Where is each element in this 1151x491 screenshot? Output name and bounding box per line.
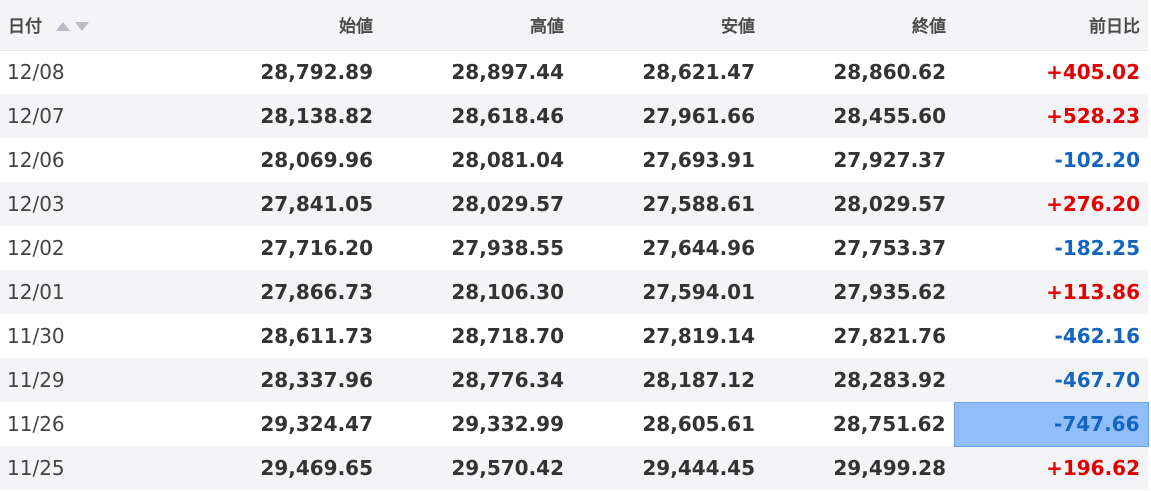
- column-header-date[interactable]: 日付: [0, 0, 190, 51]
- column-header-change: 前日比: [954, 0, 1148, 51]
- cell-close: 27,935.62: [833, 280, 946, 304]
- cell-high: 29,332.99: [451, 412, 564, 436]
- cell-open: 27,716.20: [260, 236, 373, 260]
- cell-close: 27,753.37: [833, 236, 946, 260]
- table-body: 12/08 28,792.89 28,897.44 28,621.47 28,860.6…: [0, 50, 1149, 490]
- cell-close: 28,860.62: [833, 60, 946, 85]
- price-history-table: 日付 始値 高値 安値 終値 前日比 12/08 28,792.89 28,897.…: [0, 0, 1149, 490]
- sort-controls: [55, 16, 94, 36]
- cell-close: 27,821.76: [833, 324, 946, 348]
- table-row[interactable]: 12/02 27,716.20 27,938.55 27,644.96 27,753.3…: [0, 226, 1148, 270]
- column-header-low: 安値: [572, 0, 763, 51]
- sort-ascending-icon[interactable]: [55, 22, 70, 32]
- table-row[interactable]: 11/26 29,324.47 29,332.99 28,605.61 28,751.6…: [0, 401, 1149, 447]
- cell-close: 28,455.60: [833, 104, 946, 128]
- cell-open: 29,324.47: [260, 412, 373, 436]
- cell-change: +113.86: [1046, 280, 1140, 304]
- cell-change: -102.20: [1054, 148, 1140, 172]
- cell-date: 11/25: [7, 456, 65, 480]
- cell-open: 28,337.96: [260, 368, 373, 392]
- cell-close: 28,751.62: [832, 412, 946, 436]
- column-header-open: 始値: [190, 0, 381, 51]
- cell-open: 28,069.96: [260, 148, 373, 172]
- cell-low: 27,594.01: [642, 280, 755, 304]
- cell-date: 12/03: [7, 192, 65, 216]
- cell-date: 12/08: [7, 60, 65, 85]
- cell-change: -182.25: [1054, 236, 1140, 260]
- cell-change: +405.02: [1046, 60, 1140, 85]
- cell-date: 11/30: [7, 324, 65, 348]
- cell-low: 27,961.66: [642, 104, 755, 128]
- cell-high: 28,029.57: [451, 192, 564, 216]
- cell-high: 28,897.44: [451, 60, 564, 85]
- cell-high: 29,570.42: [451, 456, 564, 480]
- table-row[interactable]: 12/01 27,866.73 28,106.30 27,594.01 27,935.6…: [0, 270, 1148, 314]
- price-history-table-container: 日付 始値 高値 安値 終値 前日比 12/08 28,792.89 28,897.…: [0, 0, 1151, 491]
- cell-date: 11/26: [7, 412, 65, 436]
- cell-change: +528.23: [1046, 104, 1140, 128]
- cell-date: 12/02: [7, 236, 65, 260]
- cell-close: 28,029.57: [833, 192, 946, 216]
- table-row[interactable]: 11/25 29,469.65 29,570.42 29,444.45 29,499.2…: [0, 446, 1148, 490]
- table-row[interactable]: 12/03 27,841.05 28,029.57 27,588.61 28,029.5…: [0, 182, 1148, 226]
- cell-change: -467.70: [1054, 367, 1140, 392]
- table-row[interactable]: 11/29 28,337.96 28,776.34 28,187.12 28,283.9…: [0, 358, 1148, 402]
- cell-open: 29,469.65: [260, 456, 373, 480]
- cell-low: 28,187.12: [642, 368, 755, 392]
- cell-low: 27,588.61: [642, 192, 755, 216]
- cell-close: 29,499.28: [833, 456, 946, 480]
- cell-change: -747.66: [953, 401, 1149, 447]
- cell-high: 28,776.34: [451, 368, 564, 392]
- cell-low: 29,444.45: [642, 456, 755, 480]
- table-header-row: 日付 始値 高値 安値 終値 前日比: [0, 0, 1148, 51]
- table-row[interactable]: 12/06 28,069.96 28,081.04 27,693.91 27,927.3…: [0, 138, 1148, 182]
- column-header-date-label: 日付: [8, 17, 42, 38]
- cell-high: 28,618.46: [451, 104, 564, 128]
- cell-open: 27,866.73: [260, 280, 373, 304]
- cell-change: -462.16: [1054, 324, 1140, 348]
- cell-open: 28,611.73: [260, 324, 373, 348]
- cell-change: +196.62: [1046, 456, 1140, 481]
- cell-high: 28,718.70: [451, 324, 564, 348]
- cell-open: 27,841.05: [260, 192, 373, 216]
- cell-date: 11/29: [7, 368, 65, 392]
- table-row[interactable]: 12/08 28,792.89 28,897.44 28,621.47 28,860.6…: [0, 50, 1148, 94]
- sort-descending-icon[interactable]: [74, 22, 89, 32]
- cell-date: 12/07: [7, 104, 65, 128]
- column-header-high: 高値: [381, 0, 572, 51]
- cell-high: 28,106.30: [451, 280, 564, 304]
- cell-low: 27,644.96: [642, 236, 755, 260]
- cell-change: +276.20: [1046, 192, 1140, 216]
- cell-high: 27,938.55: [451, 236, 564, 260]
- cell-close: 27,927.37: [833, 148, 946, 172]
- cell-low: 28,605.61: [642, 412, 755, 436]
- cell-low: 27,819.14: [642, 324, 755, 348]
- cell-date: 12/01: [7, 280, 65, 304]
- column-header-close: 終値: [763, 0, 954, 51]
- cell-date: 12/06: [7, 148, 65, 172]
- cell-open: 28,138.82: [260, 104, 373, 128]
- cell-high: 28,081.04: [451, 148, 564, 172]
- cell-low: 28,621.47: [642, 60, 755, 85]
- cell-low: 27,693.91: [642, 148, 755, 172]
- cell-close: 28,283.92: [833, 368, 946, 392]
- table-row[interactable]: 11/30 28,611.73 28,718.70 27,819.14 27,821.7…: [0, 314, 1148, 358]
- cell-open: 28,792.89: [260, 60, 373, 85]
- table-row[interactable]: 12/07 28,138.82 28,618.46 27,961.66 28,455.6…: [0, 94, 1148, 138]
